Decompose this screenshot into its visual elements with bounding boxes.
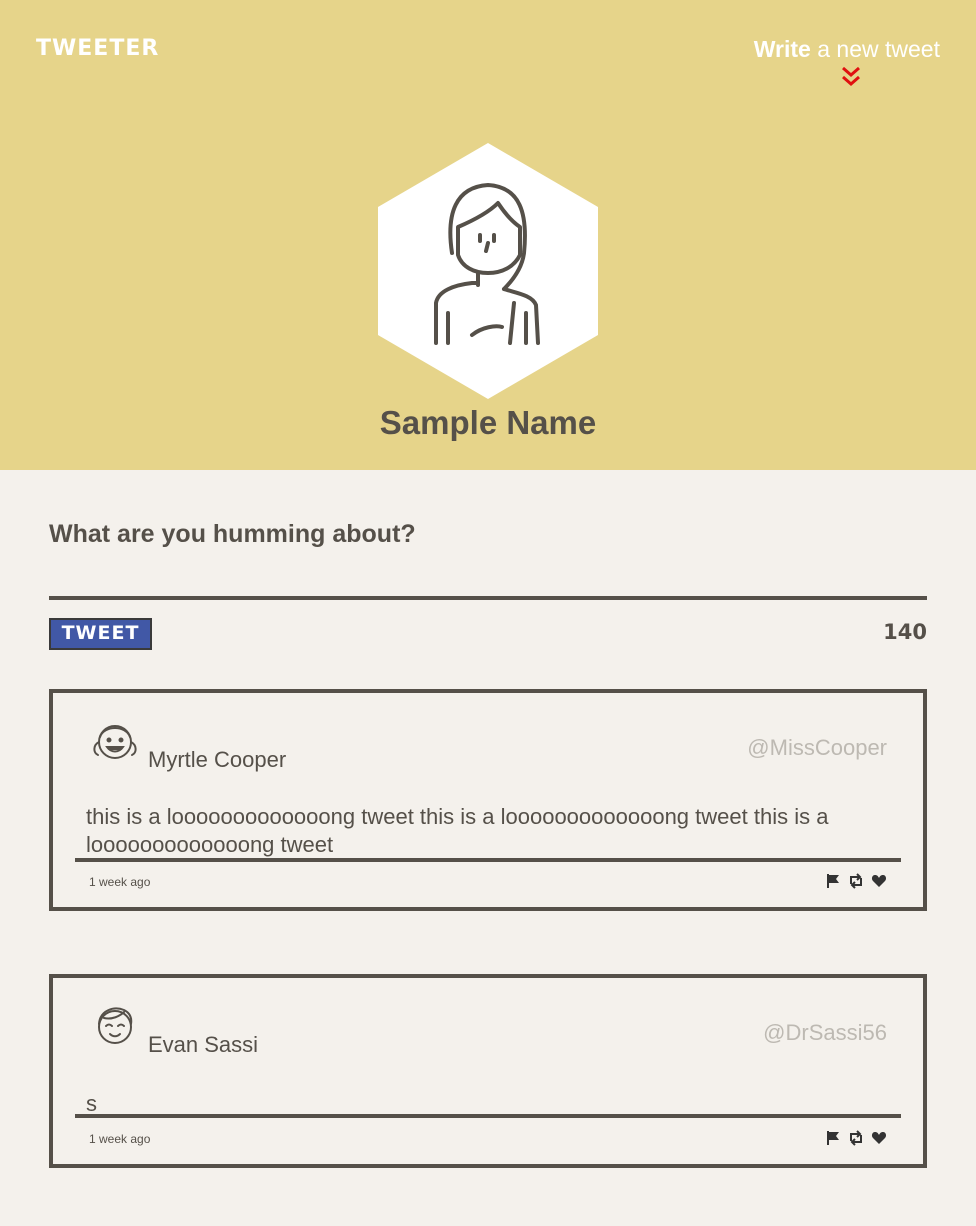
tweet-timestamp: 1 week ago bbox=[89, 1132, 151, 1146]
tweet-actions bbox=[825, 873, 887, 889]
character-counter: 140 bbox=[883, 620, 927, 644]
tweet-author-name[interactable]: Myrtle Cooper bbox=[148, 747, 286, 773]
compose-prompt: What are you humming about? bbox=[49, 520, 416, 548]
flag-icon[interactable] bbox=[825, 873, 841, 889]
profile-name: Sample Name bbox=[379, 404, 597, 441]
retweet-icon[interactable] bbox=[848, 1130, 864, 1146]
tweet-card: Evan Sassi @DrSassi56 s 1 week ago bbox=[49, 974, 927, 1168]
compose-link-bold: Write bbox=[753, 36, 811, 62]
tweet-actions bbox=[825, 1130, 887, 1146]
heart-icon[interactable] bbox=[871, 873, 887, 889]
tweet-author-name[interactable]: Evan Sassi bbox=[148, 1032, 258, 1058]
tweet-divider bbox=[75, 1114, 901, 1118]
user-avatar-icon bbox=[93, 725, 137, 759]
tweet-text: this is a looooooooooooong tweet this is… bbox=[86, 804, 829, 857]
heart-icon[interactable] bbox=[871, 1130, 887, 1146]
app-logo[interactable]: TWEETER bbox=[36, 36, 159, 61]
chevron-double-down-icon[interactable] bbox=[839, 64, 863, 90]
retweet-icon[interactable] bbox=[848, 873, 864, 889]
compose-link-text: a new tweet bbox=[810, 36, 940, 62]
tweet-author-handle[interactable]: @MissCooper bbox=[747, 735, 887, 761]
profile-header: TWEETER Write a new tweet Sample Name bbox=[0, 0, 976, 470]
tweet-divider bbox=[75, 858, 901, 862]
tweet-timestamp: 1 week ago bbox=[89, 875, 151, 889]
profile-avatar bbox=[378, 143, 598, 399]
user-avatar-icon bbox=[98, 1007, 133, 1044]
flag-icon[interactable] bbox=[825, 1130, 841, 1146]
tweet-card: Myrtle Cooper @MissCooper this is a looo… bbox=[49, 689, 927, 911]
tweet-input[interactable] bbox=[49, 556, 927, 600]
tweet-button[interactable]: TWEET bbox=[49, 618, 152, 650]
tweet-author-handle[interactable]: @DrSassi56 bbox=[763, 1020, 887, 1046]
write-new-tweet-link[interactable]: Write a new tweet bbox=[754, 36, 940, 63]
